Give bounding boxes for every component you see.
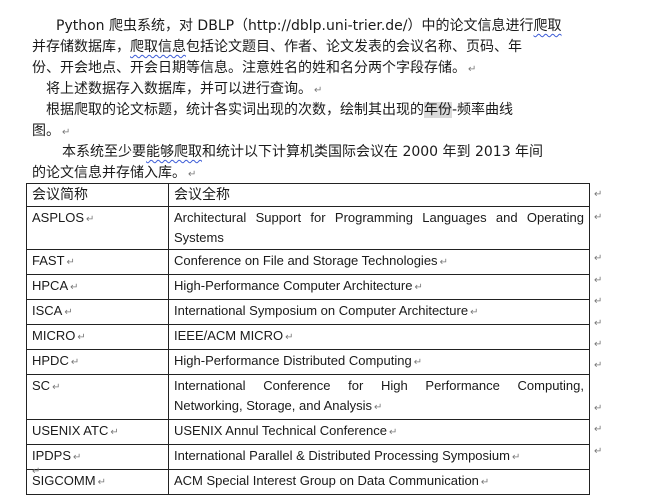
conference-abbr: ASPLOS [32, 210, 85, 225]
conference-full: IEEE/ACM MICRO [174, 328, 284, 343]
row-end-mark-icon: ↵ [594, 339, 603, 350]
scope-line-1: 本系统至少要能够爬取和统计以下计算机类国际会议在 2000 年到 2013 年间 [32, 142, 588, 163]
paragraph-mark-icon: ↵ [439, 257, 448, 268]
paragraph-mark-icon: ↵ [70, 357, 80, 368]
intro-text: 包括论文题目、作者、论文发表的会议名称、页码、年 [186, 39, 522, 55]
spellcheck-word: 爬取 [533, 18, 562, 34]
intro-text: 并存储数据库， [32, 39, 130, 55]
paragraph-mark-icon: ↵ [314, 85, 323, 96]
spellcheck-word: 能够爬取 [146, 144, 202, 160]
paragraph-mark-icon: ↵ [66, 257, 75, 268]
paragraph-mark-icon: ↵ [73, 452, 82, 463]
conference-abbr: FAST [32, 253, 65, 268]
spellcheck-word: 爬取信息 [130, 39, 186, 55]
paragraph-store-query: 将上述数据存入数据库，并可以进行查询。 ↵ [32, 79, 588, 101]
paragraph-word-frequency: 根据爬取的论文标题，统计各实词出现的次数，绘制其出现的年份-频率曲线 图。 ↵ [32, 100, 588, 143]
scope-text: 本系统至少要 [62, 144, 146, 160]
row-end-mark-icon: ↵ [594, 296, 603, 307]
frequency-text: -频率曲线 [452, 102, 514, 118]
conference-full: International Parallel & Distributed Pro… [174, 448, 510, 463]
table-row: USENIX ATC ↵ USENIX Annul Technical Confe… [26, 419, 590, 445]
paragraph-mark-icon: ↵ [97, 477, 106, 488]
paragraph-system-intro: Python 爬虫系统，对 DBLP（http://dblp.uni-trier… [32, 16, 588, 80]
conference-abbr: MICRO [32, 328, 76, 343]
row-end-mark-icon: ↵ [594, 212, 603, 223]
frequency-text: 根据爬取的论文标题，统计各实词出现的次数，绘制其出现的 [46, 102, 424, 118]
paragraph-mark-icon: ↵ [70, 282, 79, 293]
conference-abbr: IPDPS [32, 448, 72, 463]
paragraph-conference-scope: 本系统至少要能够爬取和统计以下计算机类国际会议在 2000 年到 2013 年间… [32, 142, 588, 185]
table-header-row: 会议简称 会议全称 [26, 183, 590, 207]
scope-text: 和统计以下计算机类国际会议在 2000 年到 2013 年间 [202, 144, 544, 160]
intro-line-2: 并存储数据库，爬取信息包括论文题目、作者、论文发表的会议名称、页码、年 [32, 37, 588, 58]
row-end-mark-icon: ↵ [594, 318, 603, 329]
paragraph-mark-icon: ↵ [414, 282, 423, 293]
paragraph-mark-icon: ↵ [388, 427, 398, 438]
paragraph-mark-icon: ↵ [285, 332, 294, 343]
header-abbr: 会议简称 [26, 183, 169, 207]
store-text: 将上述数据存入数据库，并可以进行查询。 [46, 81, 312, 97]
table-row: MICRO ↵ IEEE/ACM MICRO ↵ [26, 324, 590, 350]
paragraph-mark-icon: ↵ [110, 427, 119, 438]
intro-line-3: 份、开会地点、开会日期等信息。注意姓名的姓和名分两个字段存储。 ↵ [32, 58, 588, 80]
conference-abbr: SC [32, 378, 51, 393]
row-end-mark-icon: ↵ [594, 446, 603, 457]
header-full: 会议全称 [168, 183, 590, 207]
row-end-mark-icon: ↵ [594, 275, 603, 286]
paragraph-mark-icon: ↵ [480, 477, 490, 488]
conference-full: High-Performance Distributed Computing [174, 353, 412, 368]
conference-full: Architectural Support for Programming La… [168, 206, 590, 250]
row-end-mark-icon: ↵ [594, 360, 603, 371]
paragraph-mark-icon: ↵ [468, 64, 477, 75]
paragraph-mark-icon: ↵ [188, 169, 197, 180]
frequency-text: 图。 [32, 123, 60, 139]
row-end-mark-icon: ↵ [594, 189, 603, 200]
conference-full: High-Performance Computer Architecture [174, 278, 413, 293]
document-end-mark-icon: ↵ [32, 466, 41, 477]
frequency-line-2: 图。 ↵ [32, 121, 588, 143]
conference-full: USENIX Annul Technical Conference [174, 423, 387, 438]
table-row: SIGCOMM ↵ ACM Special Interest Group on D… [26, 469, 590, 495]
highlighted-word: 年份 [424, 102, 452, 118]
conference-table: 会议简称 会议全称 ASPLOS ↵ Architectural Support … [26, 183, 590, 495]
conference-abbr: ISCA [32, 303, 63, 318]
paragraph-mark-icon: ↵ [512, 452, 521, 463]
conference-full: Conference on File and Storage Technolog… [174, 253, 438, 268]
table-row: IPDPS ↵ International Parallel & Distribu… [26, 444, 590, 470]
scope-line-2: 的论文信息并存储入库。 ↵ [32, 163, 588, 185]
scope-text: 的论文信息并存储入库。 [32, 165, 186, 181]
intro-line-1: Python 爬虫系统，对 DBLP（http://dblp.uni-trier… [32, 16, 588, 37]
table-row: HPDC ↵ High-Performance Distributed Compu… [26, 349, 590, 375]
row-end-mark-icon: ↵ [594, 403, 603, 414]
paragraph-mark-icon: ↵ [86, 214, 95, 225]
paragraph-mark-icon: ↵ [52, 382, 61, 393]
store-line: 将上述数据存入数据库，并可以进行查询。 ↵ [32, 79, 588, 101]
frequency-line-1: 根据爬取的论文标题，统计各实词出现的次数，绘制其出现的年份-频率曲线 [32, 100, 588, 121]
table-row: FAST ↵ Conference on File and Storage Tec… [26, 249, 590, 275]
conference-full: International Symposium on Computer Arch… [174, 303, 469, 318]
intro-text: 份、开会地点、开会日期等信息。注意姓名的姓和名分两个字段存储。 [32, 60, 466, 76]
row-end-mark-icon: ↵ [594, 253, 603, 264]
paragraph-mark-icon: ↵ [413, 357, 423, 368]
row-end-mark-icon: ↵ [594, 424, 603, 435]
paragraph-mark-icon: ↵ [64, 307, 73, 318]
conference-abbr: HPDC [32, 353, 69, 368]
paragraph-mark-icon: ↵ [374, 402, 383, 413]
paragraph-mark-icon: ↵ [470, 307, 479, 318]
table-row: SC ↵ International Conference for High Pe… [26, 374, 590, 420]
table-row: HPCA ↵ High-Performance Computer Architec… [26, 274, 590, 300]
paragraph-mark-icon: ↵ [62, 127, 71, 138]
conference-abbr: HPCA [32, 278, 69, 293]
conference-abbr: USENIX ATC [32, 423, 109, 438]
intro-text: Python 爬虫系统，对 DBLP（http://dblp.uni-trier… [56, 18, 534, 34]
table-row: ISCA ↵ International Symposium on Compute… [26, 299, 590, 325]
paragraph-mark-icon: ↵ [77, 332, 86, 343]
table-row: ASPLOS ↵ Architectural Support for Progra… [26, 206, 590, 250]
